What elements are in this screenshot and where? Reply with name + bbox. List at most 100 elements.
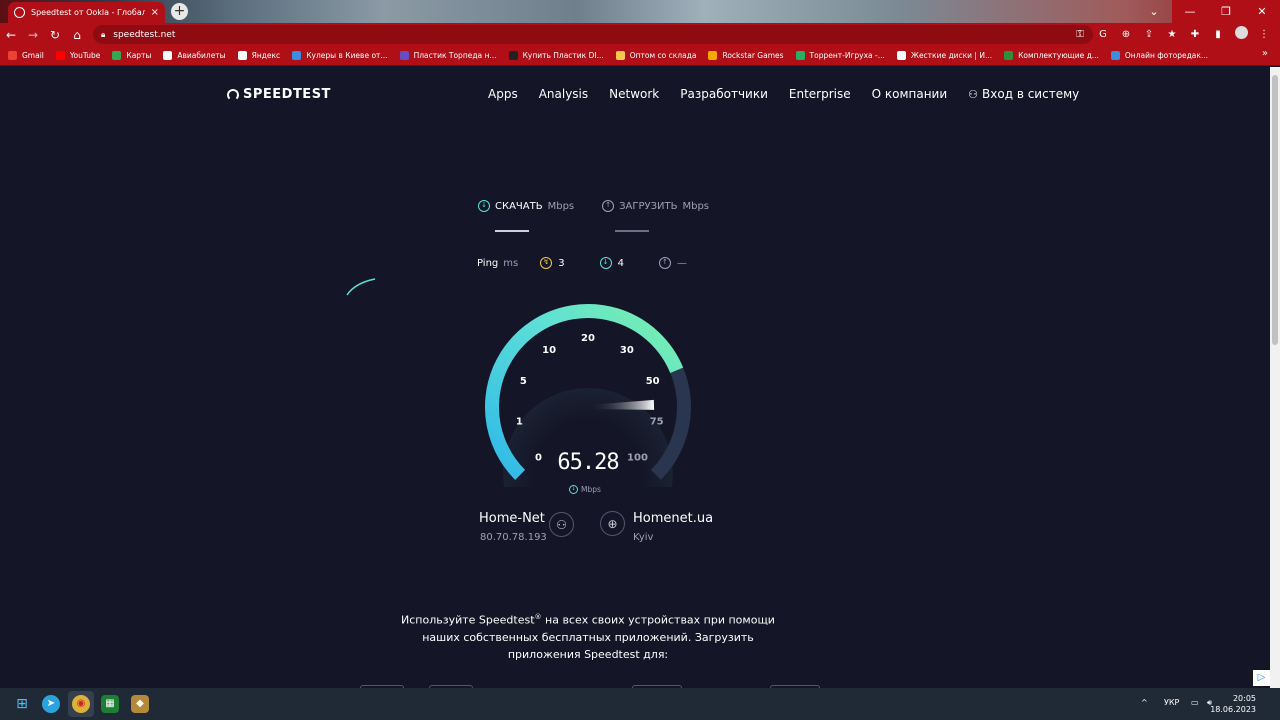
toolbar-actions: ⚿ G ⊕ ⇪ ★ ✚ ▮ ⋮ (1074, 26, 1270, 42)
profile-avatar[interactable] (1235, 26, 1248, 42)
network-icon[interactable]: ▭ (1191, 698, 1199, 707)
nav-enterprise[interactable]: Enterprise (789, 87, 851, 101)
bookmark-star-icon[interactable]: ★ (1166, 29, 1178, 40)
promo-line3: приложения Speedtest для: (507, 647, 669, 661)
bookmark-item[interactable]: Авиабилеты (163, 51, 226, 60)
scrollbar-thumb[interactable] (1272, 75, 1278, 345)
registered-mark: ® (534, 613, 542, 621)
bookmark-favicon-icon (1004, 51, 1014, 60)
lock-icon[interactable]: 🔒︎ (101, 30, 105, 40)
bookmark-label: Пластик Торпеда н... (413, 51, 497, 60)
bookmark-item[interactable]: Жесткие диски | И... (896, 51, 993, 60)
bookmark-label: Торрент-Игруха -... (809, 51, 885, 60)
download-arrow-icon: ↓ (478, 200, 490, 212)
menu-kebab-icon[interactable]: ⋮ (1258, 29, 1270, 40)
upload-underline (615, 230, 649, 232)
bookmark-favicon-icon (508, 51, 518, 60)
user-icon[interactable]: ⚇ (549, 512, 574, 537)
nav-network[interactable]: Network (609, 87, 659, 101)
download-underline (495, 230, 529, 232)
ad-choices-icon[interactable]: ▷ (1253, 670, 1270, 686)
ping-row: Ping ms ↯ 3 ↓ 4 ↑ — (477, 257, 722, 269)
bookmark-label: Онлайн фоторедак... (1124, 51, 1209, 60)
maximize-button[interactable]: ❐ (1208, 0, 1244, 23)
bookmark-label: Кулеры в Киеве от... (306, 51, 388, 60)
download-tab[interactable]: ↓ СКАЧАТЬ Mbps (478, 200, 574, 212)
speed-download-icon: ↓ (569, 485, 578, 494)
minimize-button[interactable]: — (1172, 0, 1208, 23)
jitter-value: 3 (558, 257, 565, 269)
globe-icon[interactable]: ⊕ (600, 511, 625, 536)
jitter-icon: ↯ (540, 257, 553, 269)
gauge-tick-label: 30 (620, 345, 634, 356)
gauge-tick-label: 1 (516, 417, 523, 428)
sidebar-icon[interactable]: ▮ (1212, 29, 1224, 40)
isp-info: Home-Net 80.70.78.193 (479, 511, 547, 543)
home-icon[interactable]: ⌂ (66, 28, 88, 42)
google-icon[interactable]: G (1097, 29, 1109, 40)
url-text: speedtest.net (113, 29, 176, 40)
bookmark-label: Купить Пластик DI... (522, 51, 604, 60)
gauge-tick-label: 50 (646, 376, 660, 387)
speedtest-logo[interactable]: SPEEDTEST (227, 87, 331, 102)
bookmark-item[interactable]: Кулеры в Киеве от... (292, 51, 388, 60)
tab-close-icon[interactable]: × (151, 7, 159, 18)
jitter-item: ↯ 3 (540, 257, 565, 269)
sheets-app-icon[interactable]: ▦ (101, 695, 119, 713)
isp-ip: 80.70.78.193 (480, 532, 547, 543)
nav-apps[interactable]: Apps (488, 87, 518, 101)
clock-date: 18.06.2023 (1210, 705, 1256, 714)
share-icon[interactable]: ⇪ (1143, 29, 1155, 40)
ping-upload-icon: ↑ (658, 257, 671, 269)
page-scrollbar[interactable] (1270, 67, 1280, 688)
windows-start-icon[interactable]: ⊞ (13, 695, 31, 713)
speedtest-gauge-icon (227, 88, 239, 101)
bookmark-label: Жесткие диски | И... (910, 51, 993, 60)
bookmarks-overflow-icon[interactable]: » (1262, 48, 1268, 59)
bookmark-item[interactable]: Купить Пластик DI... (508, 51, 604, 60)
back-arrow-icon[interactable]: ← (0, 28, 22, 42)
nav-about[interactable]: О компании (872, 87, 948, 101)
bookmark-favicon-icon (55, 51, 65, 60)
upload-tab[interactable]: ↑ ЗАГРУЗИТЬ Mbps (602, 200, 709, 212)
bookmark-item[interactable]: Пластик Торпеда н... (399, 51, 497, 60)
nav-analysis[interactable]: Analysis (539, 87, 588, 101)
tray-overflow-icon[interactable]: ^ (1141, 698, 1148, 707)
bookmark-item[interactable]: YouTube (55, 51, 100, 60)
promo-line2: наших собственных бесплатных приложений.… (422, 630, 754, 644)
nav-developers[interactable]: Разработчики (680, 87, 768, 101)
server-name[interactable]: Homenet.ua (633, 511, 713, 526)
login-link[interactable]: ⚇ Вход в систему (968, 87, 1079, 101)
tab-search-icon[interactable]: ⌄ (1136, 0, 1172, 23)
forward-arrow-icon[interactable]: → (22, 28, 44, 42)
game-app-icon[interactable]: ◆ (131, 695, 149, 713)
bookmark-item[interactable]: Комплектующие д... (1004, 51, 1099, 60)
clock-time: 20:05 (1232, 694, 1256, 703)
bookmark-favicon-icon (896, 51, 906, 60)
bookmark-item[interactable]: Оптом со склада (615, 51, 696, 60)
ping-download-item: ↓ 4 (599, 257, 624, 269)
isp-name: Home-Net (479, 511, 545, 526)
bookmark-item[interactable]: Карты (112, 51, 151, 60)
chrome-icon[interactable]: ◉ (72, 695, 90, 713)
window-titlebar: Speedtest от Ookla - Глобальный × + ⌄ — … (0, 0, 1280, 23)
bookmark-item[interactable]: Яндекс (237, 51, 280, 60)
browser-tab-speedtest[interactable]: Speedtest от Ookla - Глобальный × (8, 2, 165, 23)
bookmark-label: Gmail (22, 51, 44, 60)
taskbar-clock[interactable]: 20:05 18.06.2023 (1210, 693, 1256, 715)
language-indicator[interactable]: УКР (1164, 698, 1179, 707)
telegram-icon[interactable]: ➤ (42, 695, 60, 713)
download-unit: Mbps (547, 200, 575, 212)
reload-icon[interactable]: ↻ (44, 28, 66, 42)
address-bar[interactable]: 🔒︎ speedtest.net (93, 25, 1093, 44)
close-window-button[interactable]: ✕ (1244, 0, 1280, 23)
zoom-icon[interactable]: ⊕ (1120, 29, 1132, 40)
key-icon[interactable]: ⚿ (1074, 29, 1086, 40)
ping-unit: ms (503, 257, 519, 269)
bookmark-item[interactable]: Gmail (8, 51, 44, 60)
extensions-puzzle-icon[interactable]: ✚ (1189, 29, 1201, 40)
new-tab-button[interactable]: + (171, 3, 188, 20)
bookmark-item[interactable]: Онлайн фоторедак... (1110, 51, 1209, 60)
bookmark-item[interactable]: Торрент-Игруха -... (795, 51, 885, 60)
bookmark-item[interactable]: Rockstar Games (708, 51, 784, 60)
